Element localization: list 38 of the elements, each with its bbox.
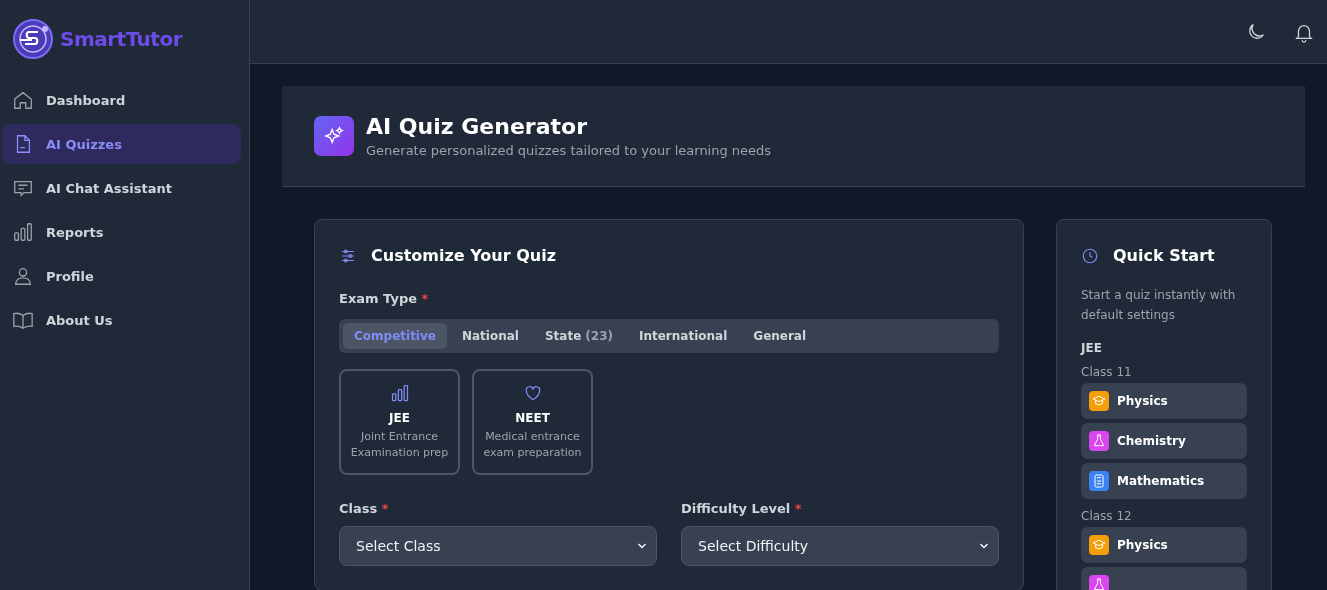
exam-type-tab[interactable]: State (23) (533, 323, 624, 349)
subject-button[interactable]: Chemistry (1081, 423, 1247, 459)
subject-button[interactable]: Physics (1081, 383, 1247, 419)
class-heading: Class 12 (1081, 509, 1133, 523)
bar-chart-icon (389, 383, 410, 403)
select-field[interactable]: Select Difficulty (681, 526, 999, 566)
card-title: Quick Start (1113, 246, 1215, 265)
sparkles-icon (314, 116, 354, 156)
class-heading: Class 11 (1081, 365, 1133, 379)
subject-button[interactable]: Mathematics (1081, 463, 1247, 499)
sidebar-item[interactable]: AI Quizzes (2, 124, 241, 164)
select-field[interactable]: Select Class (339, 526, 657, 566)
sidebar-item[interactable]: About Us (2, 300, 241, 340)
page-title: AI Quiz Generator (366, 114, 588, 139)
clock-icon (1081, 246, 1099, 265)
user-icon (12, 265, 34, 287)
exam-heading: JEE (1081, 341, 1103, 355)
sliders-icon (339, 246, 357, 265)
logo-icon (12, 18, 54, 60)
home-icon (12, 89, 34, 111)
sidebar-item[interactable]: Profile (2, 256, 241, 296)
field-label: Exam Type * (339, 291, 430, 306)
card-title: Customize Your Quiz (371, 246, 556, 265)
sidebar-item[interactable]: Reports (2, 212, 241, 252)
brand-name: SmartTutor (60, 27, 182, 51)
bar-chart-icon (12, 221, 34, 243)
card-description: Start a quiz instantly with default settings (1081, 287, 1237, 324)
exam-card[interactable]: NEET Medical entrance exam preparation (472, 369, 593, 475)
exam-type-tab[interactable]: International (628, 323, 739, 349)
exam-card[interactable]: JEE Joint Entrance Examination prep (339, 369, 460, 475)
page-subtitle: Generate personalized quizzes tailored to your learning needs (366, 143, 772, 158)
exam-type-tab[interactable]: National (450, 323, 530, 349)
sidebar-item[interactable]: Dashboard (2, 80, 241, 120)
subject-button[interactable]: Physics (1081, 527, 1247, 563)
exam-type-tab[interactable]: General (742, 323, 818, 349)
field-label: Difficulty Level * (681, 501, 803, 516)
field-label: Class * (339, 501, 390, 516)
sidebar-item[interactable]: AI Chat Assistant (2, 168, 241, 208)
